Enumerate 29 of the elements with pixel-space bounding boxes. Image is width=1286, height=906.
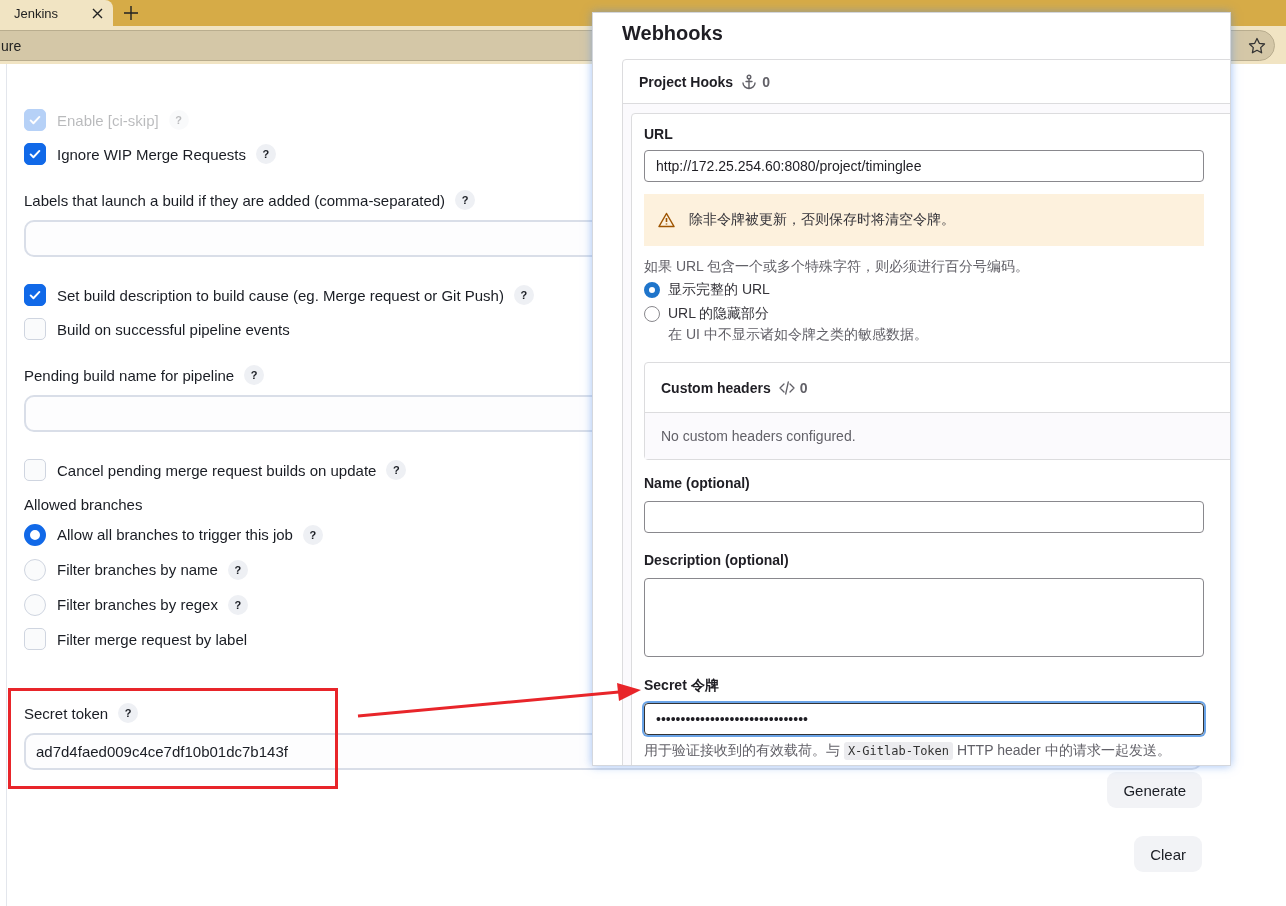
checkbox-label: Enable [ci-skip]	[57, 111, 159, 129]
header-count: 0	[799, 379, 808, 396]
help-text: 用于验证接收到的有效载荷。与 X-Gitlab-Token HTTP header 中的请求一起发送。	[644, 742, 1172, 759]
card-title: Custom headers	[661, 379, 771, 396]
field-label: Labels that launch a build if they are added (comma-separated)	[24, 191, 446, 209]
field-label: Secret 令牌	[644, 676, 720, 695]
field-label: Secret token	[24, 704, 109, 722]
hook-count: 0	[762, 73, 770, 90]
warning-text: 除非令牌被更新，否则保存时将清空令牌。	[689, 211, 955, 229]
field-label: Pending build name for pipeline	[24, 366, 235, 384]
radio-label: Filter branches by name	[57, 561, 218, 578]
card-title: Project Hooks	[639, 73, 734, 90]
radio-label: URL 的隐藏部分	[668, 305, 770, 323]
radio-label: 显示完整的 URL	[668, 281, 770, 299]
radio-label: Filter branches by regex	[57, 596, 218, 613]
checkbox-label: Set build description to build cause (eg. Merge request or Git Push)	[57, 286, 504, 304]
radio-label: Allow all branches to trigger this job	[57, 526, 293, 543]
checkbox-label: Cancel pending merge request builds on update	[57, 461, 377, 479]
option-description: 在 UI 中不显示诸如令牌之类的敏感数据。	[667, 325, 929, 344]
hint-text: 如果 URL 包含一个或多个特殊字符，则必须进行百分号编码。	[644, 257, 1031, 276]
field-label: URL	[644, 125, 674, 144]
field-label: Name (optional)	[644, 474, 751, 493]
page-title: Webhooks	[621, 21, 724, 45]
section-label: Allowed branches	[24, 495, 144, 515]
field-label: Description (optional)	[644, 551, 790, 570]
checkbox-label: Filter merge request by label	[57, 630, 248, 648]
checkbox-label: Ignore WIP Merge Requests	[57, 145, 246, 163]
empty-message: No custom headers configured.	[645, 413, 1230, 459]
checkbox-label: Build on successful pipeline events	[57, 320, 290, 338]
